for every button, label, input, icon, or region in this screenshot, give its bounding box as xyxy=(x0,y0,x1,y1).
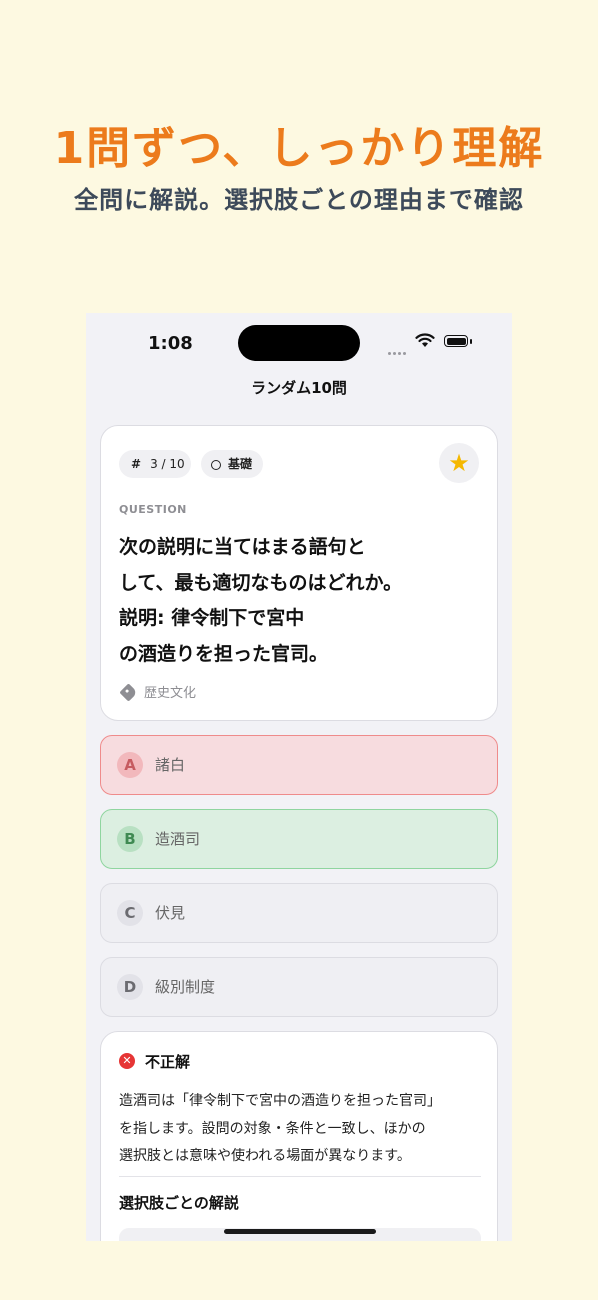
error-icon: ✕ xyxy=(119,1053,135,1069)
explanation-line: 選択肢とは意味や使われる場面が異なります。 xyxy=(119,1148,411,1164)
nav-title: ランダム10問 xyxy=(251,379,347,397)
wifi-icon xyxy=(415,333,435,347)
phone-screen: 1:08 ランダム10問 #3 / 10 基礎 ★ QUESTION 次の説明に… xyxy=(86,313,512,1241)
question-label: QUESTION xyxy=(119,503,187,516)
promo-subheadline: 全問に解説。選択肢ごとの理由まで確認 xyxy=(74,186,524,214)
option-text: 級別制度 xyxy=(155,978,216,996)
explanation-line: を指します。設問の対象・条件と一致し、ほかの xyxy=(119,1121,426,1137)
option-letter: D xyxy=(117,974,143,1000)
question-text-line: の酒造りを担った官司。 xyxy=(119,643,329,665)
question-card: #3 / 10 基礎 ★ QUESTION 次の説明に当てはまる語句と して、最… xyxy=(100,425,498,721)
promo-headline: 1問ずつ、しっかり理解 xyxy=(53,123,545,174)
signal-icon xyxy=(388,340,410,355)
option-text: 伏見 xyxy=(155,904,186,922)
explanation-card: ✕ 不正解 造酒司は「律令制下で宮中の酒造りを担った官司」 を指します。設問の対… xyxy=(100,1031,498,1241)
question-text-line: して、最も適切なものはどれか。 xyxy=(119,572,403,594)
option-text: 諸白 xyxy=(155,756,186,774)
status-time: 1:08 xyxy=(148,333,193,354)
home-indicator[interactable] xyxy=(224,1229,376,1234)
option-d[interactable]: D 級別制度 xyxy=(100,957,498,1017)
option-text: 造酒司 xyxy=(155,830,201,848)
result-label: 不正解 xyxy=(145,1053,191,1071)
option-letter: C xyxy=(117,900,143,926)
divider xyxy=(119,1176,481,1177)
hash-icon: # xyxy=(131,457,142,471)
option-letter: A xyxy=(117,752,143,778)
question-text-line: 次の説明に当てはまる語句と xyxy=(119,536,366,558)
question-number: 3 / 10 xyxy=(150,457,185,471)
question-text-line: 説明: 律令制下で宮中 xyxy=(119,607,305,629)
level-chip: 基礎 xyxy=(201,450,263,478)
option-letter: B xyxy=(117,826,143,852)
explanation-line: 造酒司は「律令制下で宮中の酒造りを担った官司」 xyxy=(119,1093,441,1109)
tag-icon xyxy=(119,683,138,702)
level-label: 基礎 xyxy=(228,457,253,471)
dynamic-island xyxy=(238,325,360,361)
option-c[interactable]: C 伏見 xyxy=(100,883,498,943)
category-label: 歴史文化 xyxy=(144,686,197,701)
option-b[interactable]: B 造酒司 xyxy=(100,809,498,869)
option-a[interactable]: A 諸白 xyxy=(100,735,498,795)
battery-icon xyxy=(444,335,468,347)
star-icon: ★ xyxy=(448,449,470,477)
favorite-star-button[interactable]: ★ xyxy=(439,443,479,483)
question-number-chip: #3 / 10 xyxy=(119,450,191,478)
status-bar: 1:08 xyxy=(86,313,512,373)
gauge-icon xyxy=(211,460,221,470)
category-tag: 歴史文化 xyxy=(119,682,197,702)
per-option-heading: 選択肢ごとの解説 xyxy=(119,1194,239,1212)
